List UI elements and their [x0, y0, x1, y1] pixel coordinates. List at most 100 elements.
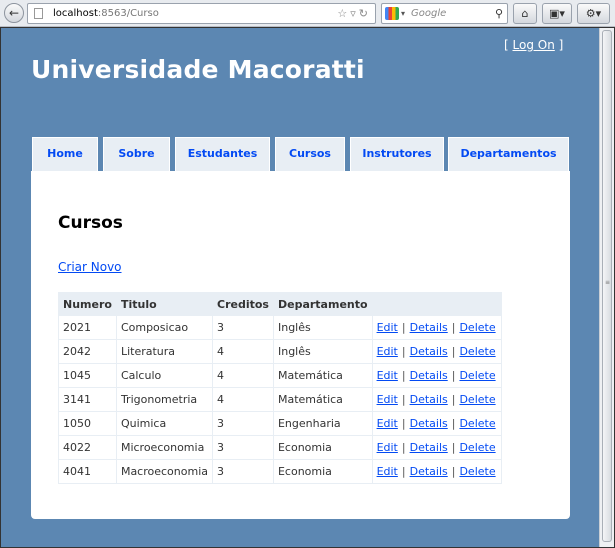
bookmarks-menu-icon[interactable]: ▣▾: [542, 3, 572, 24]
cell-actions: Edit | Details | Delete: [371, 411, 502, 436]
tab-departamentos[interactable]: Departamentos: [448, 137, 569, 171]
delete-link[interactable]: Delete: [459, 417, 495, 430]
action-separator: |: [451, 321, 456, 334]
cell-actions: Edit | Details | Delete: [371, 363, 502, 388]
delete-link[interactable]: Delete: [459, 393, 495, 406]
login-display: [ Log On ]: [504, 38, 563, 52]
table-row: 1045 Calculo 4 Matemática Edit | Details | Delet…: [58, 363, 502, 388]
action-separator: |: [451, 441, 456, 454]
table-row: 2021 Composicao 3 Inglês Edit | Details | Delete: [58, 315, 502, 340]
bookmark-star-icon[interactable]: ☆▿↻: [337, 4, 371, 23]
edit-link[interactable]: Edit: [377, 465, 398, 478]
cell-actions: Edit | Details | Delete: [371, 315, 502, 340]
column-header-titulo: Titulo: [115, 292, 214, 316]
column-header-numero: Numero: [58, 292, 117, 316]
column-header-creditos: Creditos: [212, 292, 274, 316]
main-content: Cursos Criar Novo Numero Titulo Creditos…: [31, 171, 570, 519]
table-body: 2021 Composicao 3 Inglês Edit | Details | Delete…: [58, 315, 502, 484]
delete-link[interactable]: Delete: [459, 465, 495, 478]
create-new-link[interactable]: Criar Novo: [58, 260, 122, 274]
browser-toolbar: ← localhost:8563/Curso ☆▿↻ ▾ Google ⚲ ⌂ …: [0, 0, 615, 27]
details-link[interactable]: Details: [410, 369, 448, 382]
back-arrow-icon[interactable]: ←: [4, 3, 24, 23]
action-separator: |: [451, 369, 456, 382]
search-engine-dropdown-icon[interactable]: ▾: [401, 4, 405, 23]
action-separator: |: [451, 465, 456, 478]
delete-link[interactable]: Delete: [459, 321, 495, 334]
url-path: :8563/Curso: [97, 8, 159, 19]
edit-link[interactable]: Edit: [377, 393, 398, 406]
cell-departamento: Economia: [272, 435, 373, 460]
details-link[interactable]: Details: [410, 321, 448, 334]
search-placeholder: Google: [411, 8, 447, 19]
edit-link[interactable]: Edit: [377, 321, 398, 334]
scroll-grip-icon: ≡: [605, 279, 611, 286]
address-bar[interactable]: localhost:8563/Curso ☆▿↻: [27, 3, 376, 24]
cell-actions: Edit | Details | Delete: [371, 459, 502, 484]
cell-departamento: Engenharia: [272, 411, 373, 436]
action-separator: |: [451, 345, 456, 358]
edit-link[interactable]: Edit: [377, 345, 398, 358]
details-link[interactable]: Details: [410, 465, 448, 478]
cell-departamento: Inglês: [272, 315, 373, 340]
details-link[interactable]: Details: [410, 441, 448, 454]
action-separator: |: [451, 393, 456, 406]
tab-estudantes[interactable]: Estudantes: [175, 137, 270, 171]
cell-departamento: Matemática: [272, 363, 373, 388]
cell-titulo: Trigonometria: [115, 387, 214, 412]
cell-numero: 1050: [58, 411, 117, 436]
tab-instrutores[interactable]: Instrutores: [350, 137, 444, 171]
edit-link[interactable]: Edit: [377, 441, 398, 454]
login-bracket-open: [: [504, 38, 513, 52]
table-header-row: Numero Titulo Creditos Departamento: [58, 292, 502, 316]
cell-titulo: Microeconomia: [115, 435, 214, 460]
courses-table: Numero Titulo Creditos Departamento 2021…: [58, 292, 502, 484]
cell-creditos: 3: [212, 411, 274, 436]
delete-link[interactable]: Delete: [459, 345, 495, 358]
cell-numero: 3141: [58, 387, 117, 412]
url-host: localhost: [53, 8, 98, 19]
page-viewport: Universidade Macoratti [ Log On ] Home S…: [0, 27, 615, 548]
table-row: 1050 Quimica 3 Engenharia Edit | Details | Delet…: [58, 411, 502, 436]
edit-link[interactable]: Edit: [377, 417, 398, 430]
action-separator: |: [451, 417, 456, 430]
details-link[interactable]: Details: [410, 393, 448, 406]
home-icon[interactable]: ⌂: [513, 3, 537, 24]
action-separator: |: [401, 393, 406, 406]
scrollbar-thumb[interactable]: ≡: [602, 30, 612, 542]
cell-creditos: 4: [212, 387, 274, 412]
details-link[interactable]: Details: [410, 345, 448, 358]
column-header-actions: [371, 292, 502, 316]
magnifier-icon[interactable]: ⚲: [495, 4, 503, 23]
cell-departamento: Economia: [272, 459, 373, 484]
search-bar[interactable]: ▾ Google ⚲: [381, 3, 508, 24]
site-title: Universidade Macoratti: [31, 55, 365, 84]
login-bracket-close: ]: [554, 38, 564, 52]
cell-departamento: Inglês: [272, 339, 373, 364]
cell-titulo: Calculo: [115, 363, 214, 388]
search-engine-icon[interactable]: [385, 7, 399, 20]
details-link[interactable]: Details: [410, 417, 448, 430]
edit-link[interactable]: Edit: [377, 369, 398, 382]
cell-numero: 2021: [58, 315, 117, 340]
page-title: Cursos: [58, 213, 123, 233]
table-row: 4041 Macroeconomia 3 Economia Edit | Details | D…: [58, 459, 502, 484]
tab-sobre[interactable]: Sobre: [103, 137, 170, 171]
action-separator: |: [401, 321, 406, 334]
tools-menu-icon[interactable]: ⚙▾: [577, 3, 610, 24]
cell-titulo: Literatura: [115, 339, 214, 364]
cell-actions: Edit | Details | Delete: [371, 435, 502, 460]
vertical-scrollbar[interactable]: ≡: [599, 28, 614, 547]
delete-link[interactable]: Delete: [459, 369, 495, 382]
cell-creditos: 3: [212, 315, 274, 340]
cell-numero: 4022: [58, 435, 117, 460]
log-on-link[interactable]: Log On: [513, 38, 555, 52]
tab-home[interactable]: Home: [32, 137, 98, 171]
action-separator: |: [401, 345, 406, 358]
cell-numero: 2042: [58, 339, 117, 364]
cell-creditos: 4: [212, 339, 274, 364]
cell-actions: Edit | Details | Delete: [371, 387, 502, 412]
tab-cursos[interactable]: Cursos: [275, 137, 345, 171]
cell-departamento: Matemática: [272, 387, 373, 412]
delete-link[interactable]: Delete: [459, 441, 495, 454]
